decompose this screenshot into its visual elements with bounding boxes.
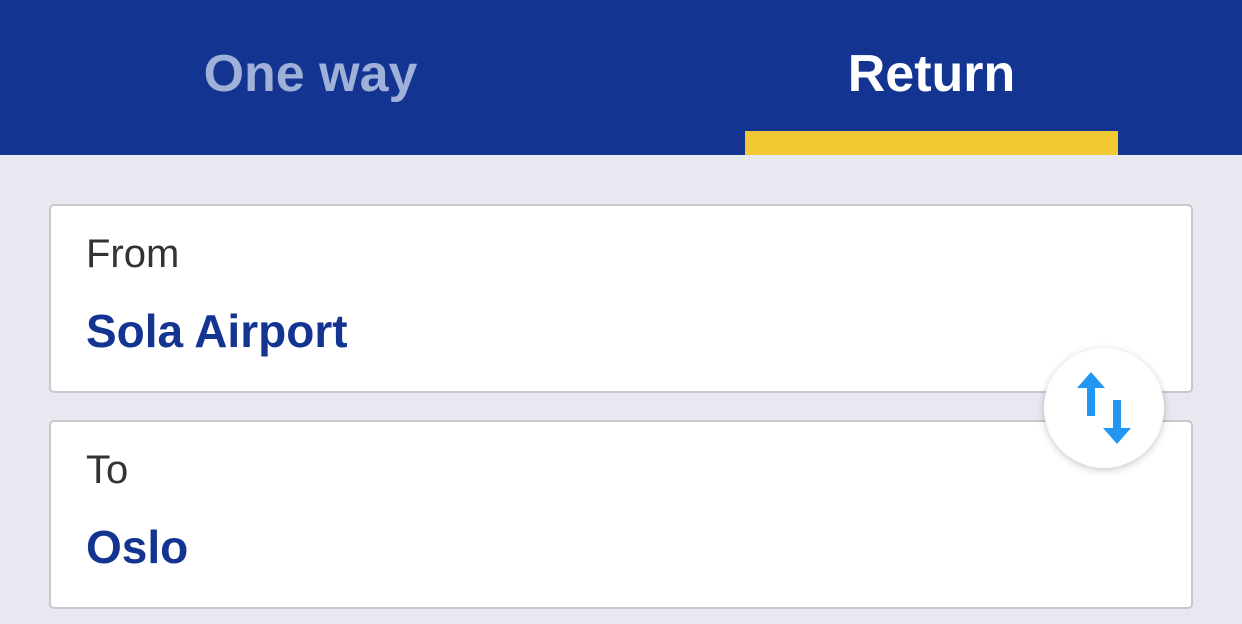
tab-one-way-label: One way — [203, 44, 418, 103]
tab-one-way[interactable]: One way — [0, 0, 621, 155]
to-label: To — [86, 448, 129, 492]
from-value: Sola Airport — [86, 305, 348, 357]
tab-return-label: Return — [847, 44, 1016, 103]
to-value: Oslo — [86, 521, 189, 573]
trip-type-tabbar: One way Return — [0, 0, 1242, 155]
from-field[interactable]: From Sola Airport — [49, 204, 1193, 393]
swap-vertical-arrows-icon — [1074, 372, 1134, 444]
from-label: From — [86, 232, 180, 276]
swap-airports-button[interactable] — [1044, 348, 1164, 468]
active-tab-indicator — [745, 131, 1118, 155]
to-field[interactable]: To Oslo — [49, 420, 1193, 609]
